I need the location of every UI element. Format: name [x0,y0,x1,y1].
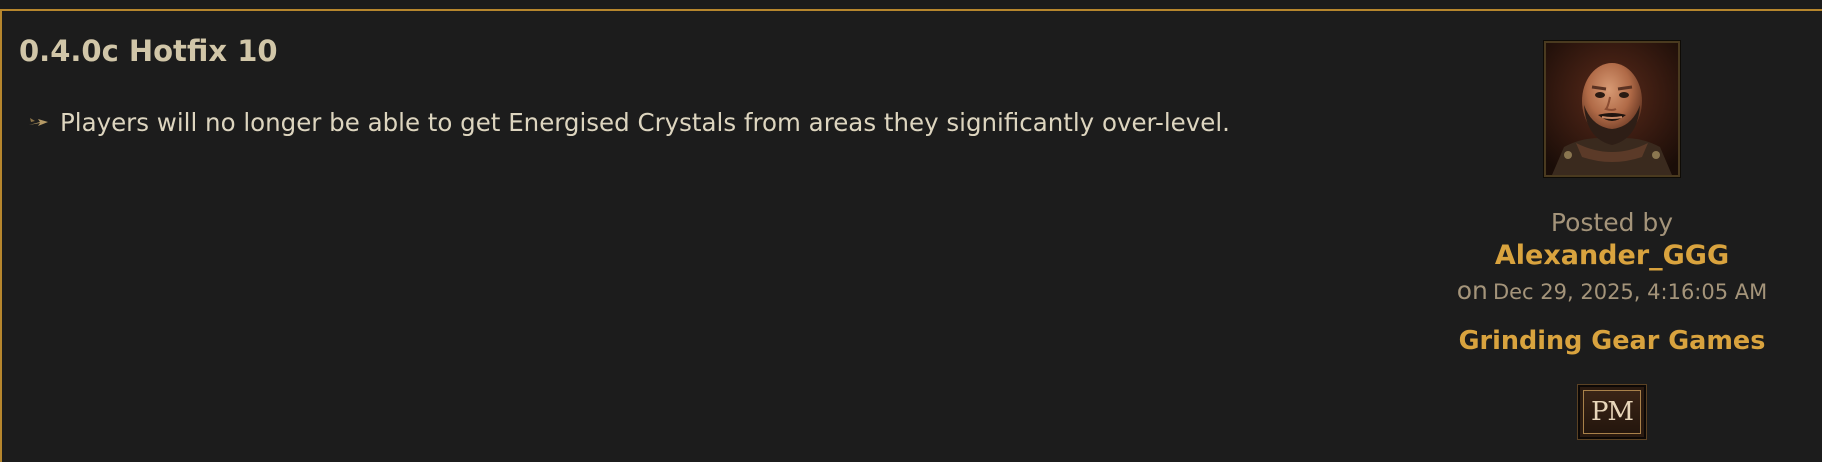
post-author-sidebar: Posted by Alexander_GGG on Dec 29, 2025,… [1442,41,1782,440]
post-date: Dec 29, 2025, 4:16:05 AM [1492,280,1768,304]
on-label: on [1456,276,1488,305]
company-link[interactable]: Grinding Gear Games [1442,325,1782,357]
avatar[interactable] [1544,41,1680,177]
post-body: 0.4.0c Hotfix 10 Players will no longer … [19,33,1419,139]
forum-post: 0.4.0c Hotfix 10 Players will no longer … [0,9,1822,462]
author-link[interactable]: Alexander_GGG [1442,240,1782,272]
pm-button[interactable]: PM [1577,384,1647,440]
list-item: Players will no longer be able to get En… [19,105,1419,139]
posted-by-label: Posted by [1550,208,1674,237]
bullet-list: Players will no longer be able to get En… [19,105,1419,139]
character-portrait-icon [1546,43,1678,175]
arrow-bullet-icon [28,114,50,130]
post-date-line: on Dec 29, 2025, 4:16:05 AM [1442,276,1782,309]
post-title: 0.4.0c Hotfix 10 [19,34,278,68]
bullet-text: Players will no longer be able to get En… [60,107,1230,137]
pm-label: PM [1590,397,1634,427]
pm-button-face: PM [1583,390,1641,434]
